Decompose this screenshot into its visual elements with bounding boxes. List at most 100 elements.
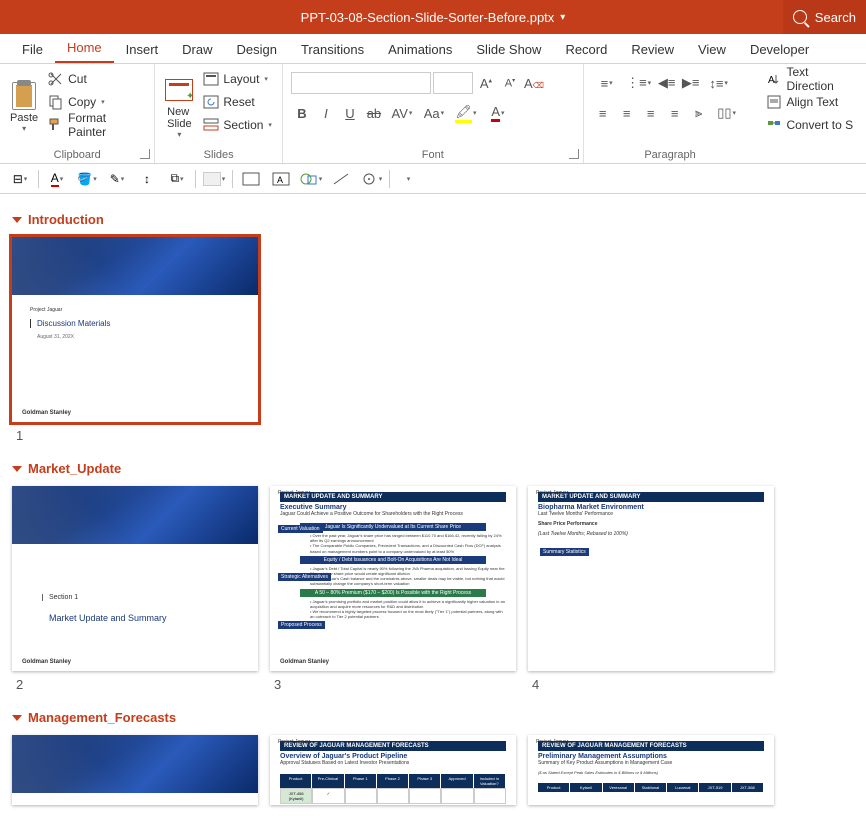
section-header-introduction[interactable]: Introduction (12, 212, 854, 227)
font-name-input[interactable] (291, 72, 431, 94)
slide-number: 2 (12, 677, 258, 692)
highlight-button[interactable]: 🖍▾ (451, 102, 481, 124)
align-center-icon: ≡ (623, 106, 631, 121)
bold-button[interactable]: B (291, 102, 313, 124)
font-dialog-launcher[interactable] (569, 149, 579, 159)
shrink-font-icon: A▾ (505, 77, 515, 90)
section-title: Market Update and Summary (42, 613, 228, 623)
slide-thumbnail-1[interactable]: Project Jaguar Discussion Materials Augu… (12, 237, 258, 422)
paintbrush-icon (48, 117, 64, 133)
chevron-down-icon: ▾ (733, 109, 737, 117)
tab-view[interactable]: View (686, 36, 738, 63)
new-slide-button[interactable]: New Slide ▾ (161, 68, 197, 147)
col: Kytanil (570, 783, 602, 792)
text-shadow-button[interactable]: AV▾ (387, 102, 417, 124)
font-size-input[interactable] (433, 72, 473, 94)
qat-group-button[interactable]: ⧉▾ (165, 168, 189, 190)
reset-button[interactable]: Reset (199, 91, 276, 113)
align-right-button[interactable]: ≡ (640, 102, 662, 124)
justify-button[interactable]: ≡ (664, 102, 686, 124)
format-painter-button[interactable]: Format Painter (44, 114, 148, 136)
qat-align-button[interactable]: ⊟▾ (8, 168, 32, 190)
text-direction-button[interactable]: A Text Direction (762, 68, 860, 90)
slide-thumbnail-5[interactable] (12, 735, 258, 805)
paste-button[interactable]: Paste ▾ (6, 68, 42, 147)
qat-more-button[interactable]: ▾ (396, 168, 420, 190)
slide-thumbnail-3[interactable]: Project Jaguar MARKET UPDATE AND SUMMARY… (270, 486, 516, 671)
align-left-button[interactable]: ≡ (592, 102, 614, 124)
italic-button[interactable]: I (315, 102, 337, 124)
italic-icon: I (324, 106, 328, 121)
increase-indent-button[interactable]: ▶≡ (680, 72, 702, 94)
slide-header: MARKET UPDATE AND SUMMARY (280, 492, 506, 502)
qat-shapes-button[interactable]: ▾ (299, 168, 323, 190)
qat-fill-button[interactable]: 🪣▾ (75, 168, 99, 190)
tab-slide-show[interactable]: Slide Show (464, 36, 553, 63)
align-center-button[interactable]: ≡ (616, 102, 638, 124)
qat-outline-button[interactable]: ✎▾ (105, 168, 129, 190)
group-icon: ⧉ (170, 171, 179, 186)
line-spacing-button[interactable]: ↕≡▾ (704, 72, 734, 94)
qat-font-color-button[interactable]: A▾ (45, 168, 69, 190)
group-slides: New Slide ▾ Layout ▾ Reset Section ▾ (155, 64, 283, 163)
tab-home[interactable]: Home (55, 34, 114, 63)
qat-line-button[interactable] (329, 168, 353, 190)
qat-color-swatch[interactable]: ▾ (202, 168, 226, 190)
slide-brand: Project Jaguar (278, 490, 310, 496)
search-box[interactable]: Search (783, 0, 866, 34)
tab-transitions[interactable]: Transitions (289, 36, 376, 63)
case-icon: Aa (424, 106, 440, 121)
convert-smartart-button[interactable]: Convert to S (762, 114, 860, 136)
clear-formatting-button[interactable]: A⌫ (523, 72, 545, 94)
slide-thumbnail-2[interactable]: Section 1 Market Update and Summary Gold… (12, 486, 258, 671)
slide-thumbnail-7[interactable]: Project Jaguar REVIEW OF JAGUAR MANAGEME… (528, 735, 774, 805)
bullets-button[interactable]: ≡▾ (592, 72, 622, 94)
tab-animations[interactable]: Animations (376, 36, 464, 63)
slide-note: ($ as Stated Except Peak Sales Estimates… (528, 770, 774, 779)
shrink-font-button[interactable]: A▾ (499, 72, 521, 94)
slide-number: 4 (528, 677, 774, 692)
qat-textbox-button[interactable]: A (269, 168, 293, 190)
tab-draw[interactable]: Draw (170, 36, 224, 63)
grow-font-button[interactable]: A▴ (475, 72, 497, 94)
slide-footer: Goldman Stanley (22, 410, 71, 416)
reset-label: Reset (223, 95, 254, 109)
qat-connector-button[interactable]: ▾ (359, 168, 383, 190)
section-header-management-forecasts[interactable]: Management_Forecasts (12, 710, 854, 725)
font-color-button[interactable]: A▾ (483, 102, 513, 124)
title-chevron-icon[interactable]: ▾ (560, 12, 565, 23)
pen-icon: ✎ (110, 172, 120, 186)
slide-date: August 31, 202X (30, 334, 240, 340)
slide-thumbnail-6[interactable]: Project Jaguar REVIEW OF JAGUAR MANAGEME… (270, 735, 516, 805)
tab-developer[interactable]: Developer (738, 36, 821, 63)
tab-file[interactable]: File (10, 36, 55, 63)
chevron-down-icon: ▾ (648, 79, 652, 87)
qat-sort-button[interactable]: ↕ (135, 168, 159, 190)
align-text-button[interactable]: Align Text (762, 91, 860, 113)
cut-button[interactable]: Cut (44, 68, 148, 90)
tab-record[interactable]: Record (553, 36, 619, 63)
grow-font-icon: A▴ (480, 76, 492, 91)
sort-icon: ↕ (144, 172, 150, 186)
qat-rectangle-button[interactable] (239, 168, 263, 190)
decrease-indent-button[interactable]: ◀≡ (656, 72, 678, 94)
columns-icon: ▯▯ (717, 105, 731, 121)
tab-insert[interactable]: Insert (114, 36, 171, 63)
columns-button[interactable]: ▯▯▾ (712, 102, 742, 124)
section-button[interactable]: Section ▾ (199, 114, 276, 136)
chevron-down-icon: ▾ (268, 121, 272, 129)
copy-button[interactable]: Copy ▾ (44, 91, 148, 113)
clipboard-dialog-launcher[interactable] (140, 149, 150, 159)
change-case-button[interactable]: Aa▾ (419, 102, 449, 124)
strikethrough-button[interactable]: ab (363, 102, 385, 124)
numbering-button[interactable]: ⋮≡▾ (624, 72, 654, 94)
section-header-market-update[interactable]: Market_Update (12, 461, 854, 476)
tab-review[interactable]: Review (619, 36, 686, 63)
slide-thumbnail-4[interactable]: Project Jaguar MARKET UPDATE AND SUMMARY… (528, 486, 774, 671)
layout-button[interactable]: Layout ▾ (199, 68, 276, 90)
underline-button[interactable]: U (339, 102, 361, 124)
distribute-button[interactable]: ⫸ (688, 102, 710, 124)
tab-design[interactable]: Design (225, 36, 289, 63)
connector-icon (360, 172, 378, 186)
line-icon (332, 172, 350, 186)
